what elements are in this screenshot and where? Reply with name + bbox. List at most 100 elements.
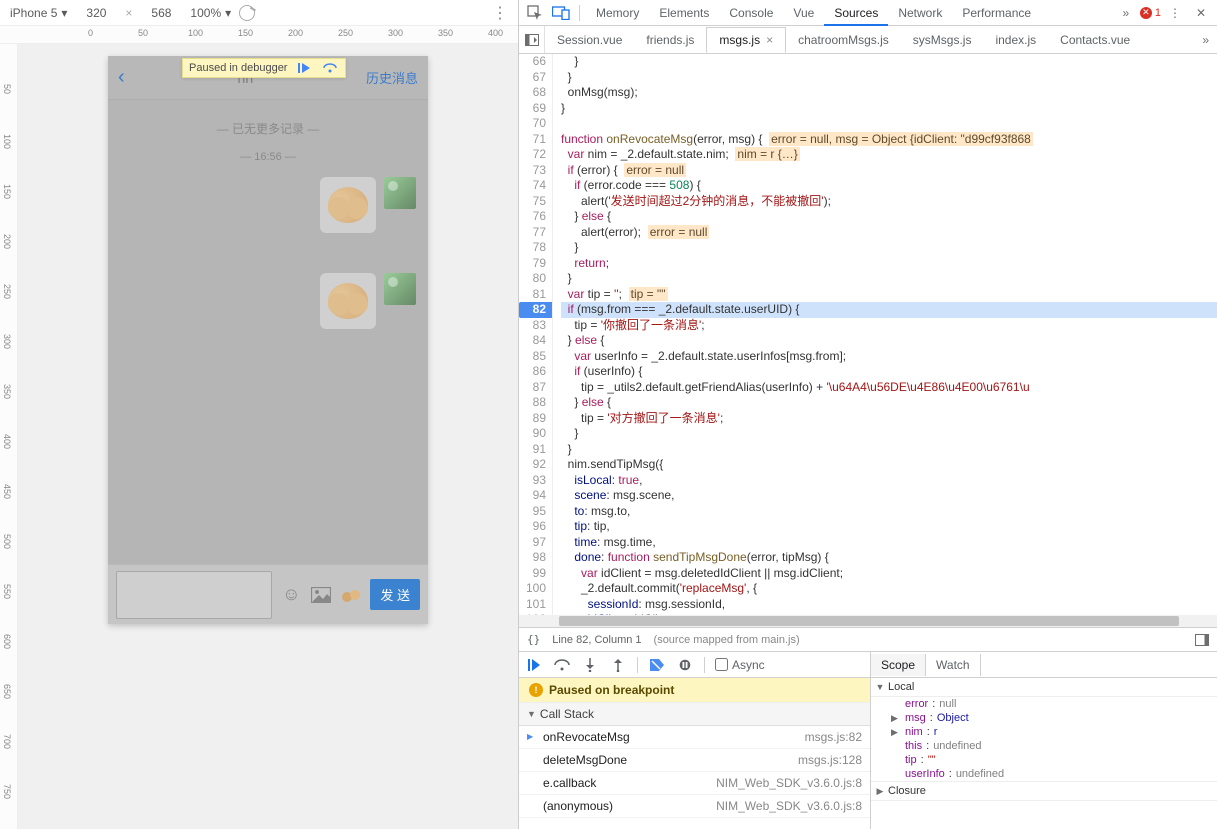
scope-tab[interactable]: Scope bbox=[871, 654, 926, 676]
call-stack-frame[interactable]: onRevocateMsgmsgs.js:82 bbox=[519, 726, 870, 749]
zoom-selector[interactable]: 100%▾ bbox=[190, 6, 231, 20]
tab-memory[interactable]: Memory bbox=[586, 2, 649, 24]
overlay-resume-button[interactable] bbox=[295, 61, 313, 75]
close-icon[interactable]: × bbox=[766, 33, 773, 47]
pretty-print-button[interactable]: {} bbox=[527, 633, 540, 646]
file-tab[interactable]: index.js bbox=[983, 27, 1048, 52]
back-icon[interactable]: ‹ bbox=[118, 66, 125, 89]
image-icon[interactable] bbox=[310, 584, 332, 606]
async-checkbox[interactable]: Async bbox=[715, 658, 765, 672]
device-height-input[interactable] bbox=[140, 6, 182, 20]
devtools-panel: MemoryElementsConsoleVueSourcesNetworkPe… bbox=[519, 0, 1217, 829]
debugger-toolbar: Async bbox=[519, 652, 870, 677]
horizontal-ruler: 050100150200250300350400450 bbox=[0, 26, 518, 44]
message-textarea[interactable] bbox=[116, 571, 272, 619]
avatar[interactable] bbox=[384, 177, 416, 209]
vertical-ruler: 5010015020025030035040045050055060065070… bbox=[0, 44, 18, 829]
more-tabs-icon[interactable]: » bbox=[1114, 2, 1138, 24]
device-width-input[interactable] bbox=[75, 6, 117, 20]
rotate-icon[interactable] bbox=[239, 5, 255, 21]
scope-variable[interactable]: error: null bbox=[871, 697, 1217, 711]
inspect-element-icon[interactable] bbox=[523, 2, 547, 24]
scope-panel: ▼Local error: null▶msg: Object▶nim: rthi… bbox=[870, 678, 1217, 829]
overlay-step-button[interactable] bbox=[321, 61, 339, 75]
emoji-image bbox=[328, 283, 368, 319]
no-more-records: — 已无更多记录 — bbox=[217, 120, 320, 137]
sticker-icon[interactable] bbox=[340, 584, 362, 606]
settings-icon[interactable]: ⋮ bbox=[1163, 2, 1187, 24]
call-stack-frame[interactable]: e.callbackNIM_Web_SDK_v3.6.0.js:8 bbox=[519, 772, 870, 795]
scope-closure-header[interactable]: ▶Closure bbox=[871, 781, 1217, 801]
editor-status-bar: {} Line 82, Column 1 (source mapped from… bbox=[519, 627, 1217, 651]
history-link[interactable]: 历史消息 bbox=[366, 68, 418, 87]
phone-chat-body: — 已无更多记录 — — 16:56 — bbox=[108, 100, 428, 564]
scope-variable[interactable]: ▶nim: r bbox=[871, 725, 1217, 739]
error-dot-icon: ✕ bbox=[1140, 7, 1152, 19]
file-tab[interactable]: Session.vue bbox=[545, 27, 634, 52]
devtools-main-tabs: MemoryElementsConsoleVueSourcesNetworkPe… bbox=[519, 0, 1217, 26]
paused-banner: ! Paused on breakpoint bbox=[519, 678, 870, 703]
code-editor[interactable]: 6667686970717273747576777879808182838485… bbox=[519, 54, 1217, 615]
call-stack-header[interactable]: ▼Call Stack bbox=[519, 703, 870, 726]
file-tab[interactable]: chatroomMsgs.js bbox=[786, 27, 901, 52]
tab-performance[interactable]: Performance bbox=[952, 2, 1041, 24]
file-tab[interactable]: Contacts.vue bbox=[1048, 27, 1142, 52]
call-stack-frame[interactable]: deleteMsgDonemsgs.js:128 bbox=[519, 749, 870, 772]
file-tab[interactable]: sysMsgs.js bbox=[901, 27, 984, 52]
pause-on-exceptions-button[interactable] bbox=[676, 656, 694, 674]
file-tab[interactable]: friends.js bbox=[634, 27, 706, 52]
message-bubble[interactable] bbox=[320, 177, 376, 233]
tab-elements[interactable]: Elements bbox=[649, 2, 719, 24]
chat-message-row bbox=[108, 177, 428, 233]
send-button[interactable]: 发 送 bbox=[370, 579, 420, 610]
tab-console[interactable]: Console bbox=[719, 2, 783, 24]
more-options-icon[interactable]: ⋮ bbox=[492, 3, 508, 23]
chat-timestamp: — 16:56 — bbox=[240, 151, 296, 163]
scope-variable[interactable]: this: undefined bbox=[871, 739, 1217, 753]
tab-vue[interactable]: Vue bbox=[783, 2, 824, 24]
sidebar-toggle-icon[interactable] bbox=[1195, 634, 1209, 646]
error-badge[interactable]: ✕ 1 bbox=[1140, 7, 1161, 19]
code-content[interactable]: } } onMsg(msg);}function onRevocateMsg(e… bbox=[553, 54, 1217, 615]
warning-icon: ! bbox=[529, 683, 543, 697]
call-stack-panel: ! Paused on breakpoint ▼Call Stack onRev… bbox=[519, 678, 870, 829]
device-selector[interactable]: iPhone 5▾ bbox=[10, 6, 67, 20]
scope-variable[interactable]: tip: "" bbox=[871, 753, 1217, 767]
device-canvas: Paused in debugger ‹ nn 历史消息 — bbox=[18, 44, 518, 829]
message-bubble[interactable] bbox=[320, 273, 376, 329]
chat-message-row bbox=[108, 273, 428, 329]
phone-mockup: ‹ nn 历史消息 — 已无更多记录 — — 16:56 — bbox=[108, 56, 428, 624]
scope-local-header[interactable]: ▼Local bbox=[871, 678, 1217, 697]
source-map-note: (source mapped from main.js) bbox=[654, 634, 800, 646]
line-gutter: 6667686970717273747576777879808182838485… bbox=[519, 54, 553, 615]
tab-sources[interactable]: Sources bbox=[824, 2, 888, 26]
scope-watch-tabs: Scope Watch bbox=[870, 652, 1217, 677]
navigator-toggle-icon[interactable] bbox=[519, 26, 545, 53]
emoji-icon[interactable]: ☺ bbox=[280, 584, 302, 606]
watch-tab[interactable]: Watch bbox=[926, 654, 981, 676]
device-toolbar: iPhone 5▾ × 100%▾ ⋮ bbox=[0, 0, 518, 26]
more-file-tabs-icon[interactable]: » bbox=[1194, 33, 1217, 47]
step-into-button[interactable] bbox=[581, 656, 599, 674]
step-out-button[interactable] bbox=[609, 656, 627, 674]
scope-variable[interactable]: userInfo: undefined bbox=[871, 767, 1217, 781]
paused-overlay-text: Paused in debugger bbox=[189, 62, 287, 74]
toggle-device-icon[interactable] bbox=[549, 2, 573, 24]
scope-variable[interactable]: ▶msg: Object bbox=[871, 711, 1217, 725]
call-stack-frame[interactable]: (anonymous)NIM_Web_SDK_v3.6.0.js:8 bbox=[519, 795, 870, 818]
resume-button[interactable] bbox=[525, 656, 543, 674]
device-emulator-panel: iPhone 5▾ × 100%▾ ⋮ 05010015020025030035… bbox=[0, 0, 519, 829]
phone-input-bar: ☺ 发 送 bbox=[108, 564, 428, 624]
emoji-image bbox=[328, 187, 368, 223]
deactivate-breakpoints-button[interactable] bbox=[648, 656, 666, 674]
source-file-tabs: Session.vuefriends.jsmsgs.js×chatroomMsg… bbox=[519, 26, 1217, 54]
paused-debugger-overlay: Paused in debugger bbox=[182, 58, 346, 78]
cursor-position: Line 82, Column 1 bbox=[552, 634, 641, 646]
close-devtools-icon[interactable]: ✕ bbox=[1189, 2, 1213, 24]
dimension-separator: × bbox=[125, 6, 132, 20]
horizontal-scrollbar[interactable] bbox=[519, 615, 1217, 627]
tab-network[interactable]: Network bbox=[888, 2, 952, 24]
file-tab[interactable]: msgs.js× bbox=[706, 27, 786, 53]
step-over-button[interactable] bbox=[553, 656, 571, 674]
avatar[interactable] bbox=[384, 273, 416, 305]
